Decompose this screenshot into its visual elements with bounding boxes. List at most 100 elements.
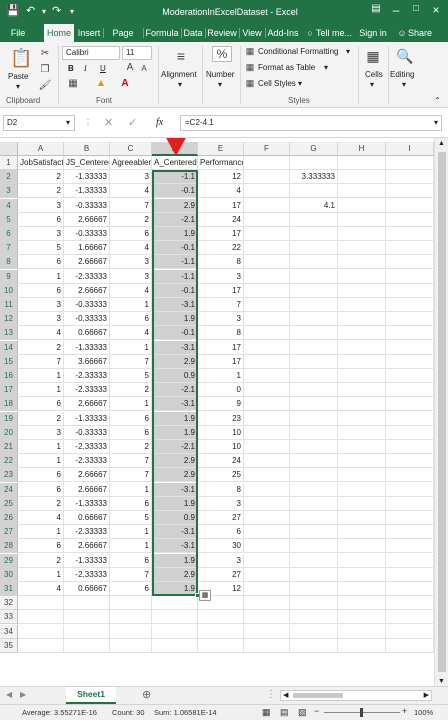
row-header-16[interactable]: 16: [0, 369, 18, 383]
normal-view-icon[interactable]: ▦: [262, 707, 271, 718]
cell-g16[interactable]: [290, 369, 338, 383]
column-header-b[interactable]: B: [64, 142, 110, 156]
cell-i11[interactable]: [386, 298, 434, 312]
bold-button[interactable]: B: [68, 64, 74, 73]
cell-b18[interactable]: 2.66667: [64, 397, 110, 412]
cell-c20[interactable]: 6: [110, 425, 152, 440]
cell-i10[interactable]: [386, 283, 434, 298]
cell-a25[interactable]: 2: [18, 496, 64, 511]
cell-i18[interactable]: [386, 397, 434, 412]
row-header-29[interactable]: 29: [0, 553, 18, 568]
cell-e12[interactable]: 3: [198, 312, 244, 327]
cell-c11[interactable]: 1: [110, 298, 152, 312]
cell-g28[interactable]: [290, 539, 338, 554]
cell-e19[interactable]: 23: [198, 411, 244, 426]
cell-g30[interactable]: [290, 567, 338, 582]
cell-g29[interactable]: [290, 553, 338, 568]
row-header-8[interactable]: 8: [0, 255, 18, 270]
cell-h21[interactable]: [338, 440, 386, 454]
cell-h8[interactable]: [338, 255, 386, 270]
cell-g31[interactable]: [290, 582, 338, 596]
alignment-icon[interactable]: ≡: [172, 48, 190, 64]
redo-icon[interactable]: ↷: [52, 4, 61, 17]
cell-h33[interactable]: [338, 610, 386, 625]
tab-add-ins[interactable]: Add-Ins: [266, 24, 300, 42]
cell-a30[interactable]: 1: [18, 567, 64, 582]
quick-analysis-icon[interactable]: ▦: [199, 590, 211, 601]
scroll-thumb[interactable]: [438, 152, 446, 672]
zoom-level[interactable]: 100%: [414, 708, 433, 717]
close-icon[interactable]: ×: [428, 3, 444, 17]
cell-h13[interactable]: [338, 326, 386, 341]
cell-e7[interactable]: 22: [198, 241, 244, 256]
cell-b35[interactable]: [64, 638, 110, 653]
percent-icon[interactable]: %: [212, 46, 232, 62]
cell-i29[interactable]: [386, 553, 434, 568]
cell-g25[interactable]: [290, 496, 338, 511]
cell-b9[interactable]: -2.33333: [64, 269, 110, 284]
decrease-font-icon[interactable]: A: [138, 64, 150, 73]
cell-a18[interactable]: 6: [18, 397, 64, 412]
cell-c9[interactable]: 3: [110, 269, 152, 284]
row-header-5[interactable]: 5: [0, 212, 18, 227]
cell-h4[interactable]: [338, 198, 386, 213]
cell-h7[interactable]: [338, 241, 386, 256]
cell-c31[interactable]: 6: [110, 582, 152, 596]
cell-i35[interactable]: [386, 638, 434, 653]
paste-icon[interactable]: 📋: [10, 48, 32, 69]
cell-b21[interactable]: -2.33333: [64, 440, 110, 454]
conditional-formatting-button[interactable]: Conditional Formatting: [258, 47, 338, 56]
cell-b3[interactable]: -1.33333: [64, 184, 110, 199]
cell-g14[interactable]: [290, 340, 338, 355]
cell-h16[interactable]: [338, 369, 386, 383]
zoom-slider-thumb[interactable]: [360, 708, 363, 717]
row-header-28[interactable]: 28: [0, 539, 18, 554]
cell-a15[interactable]: 7: [18, 354, 64, 369]
cells-button[interactable]: Cells: [365, 70, 383, 79]
sign-in-link[interactable]: Sign in: [358, 24, 388, 42]
cell-f14[interactable]: [244, 340, 290, 355]
cell-i2[interactable]: [386, 170, 434, 185]
cell-e26[interactable]: 27: [198, 511, 244, 525]
cell-h35[interactable]: [338, 638, 386, 653]
tab-review[interactable]: Review: [206, 24, 238, 42]
undo-dropdown-icon[interactable]: ▾: [42, 7, 46, 16]
cell-e15[interactable]: 17: [198, 354, 244, 369]
cell-c19[interactable]: 6: [110, 411, 152, 426]
row-header-1[interactable]: 1: [0, 156, 18, 170]
cell-i5[interactable]: [386, 212, 434, 227]
cell-c13[interactable]: 4: [110, 326, 152, 341]
scroll-right-icon[interactable]: ▶: [424, 691, 429, 699]
column-header-i[interactable]: I: [386, 142, 434, 156]
collapse-ribbon-icon[interactable]: ⌃: [434, 96, 441, 105]
cell-c22[interactable]: 7: [110, 454, 152, 469]
cell-a9[interactable]: 1: [18, 269, 64, 284]
cell-f12[interactable]: [244, 312, 290, 327]
cell-i17[interactable]: [386, 383, 434, 398]
cell-b24[interactable]: 2.66667: [64, 482, 110, 497]
cell-i23[interactable]: [386, 468, 434, 483]
cell-f26[interactable]: [244, 511, 290, 525]
cell-e20[interactable]: 10: [198, 425, 244, 440]
cell-i15[interactable]: [386, 354, 434, 369]
cell-a28[interactable]: 6: [18, 539, 64, 554]
number-button[interactable]: Number: [206, 70, 234, 79]
cell-g11[interactable]: [290, 298, 338, 312]
cell-e8[interactable]: 8: [198, 255, 244, 270]
undo-icon[interactable]: ↶: [26, 4, 35, 17]
cell-e6[interactable]: 17: [198, 227, 244, 241]
cell-b17[interactable]: -2.33333: [64, 383, 110, 398]
tell-me-box[interactable]: Tell me...: [316, 24, 354, 42]
row-header-3[interactable]: 3: [0, 184, 18, 199]
vertical-scrollbar[interactable]: ▲ ▼: [434, 138, 448, 690]
cell-i26[interactable]: [386, 511, 434, 525]
maximize-icon[interactable]: □: [408, 3, 424, 14]
cell-f17[interactable]: [244, 383, 290, 398]
cell-h15[interactable]: [338, 354, 386, 369]
cell-g21[interactable]: [290, 440, 338, 454]
cell-e18[interactable]: 9: [198, 397, 244, 412]
cell-h34[interactable]: [338, 624, 386, 639]
cell-f11[interactable]: [244, 298, 290, 312]
cell-i4[interactable]: [386, 198, 434, 213]
alignment-button[interactable]: Alignment: [161, 70, 197, 79]
